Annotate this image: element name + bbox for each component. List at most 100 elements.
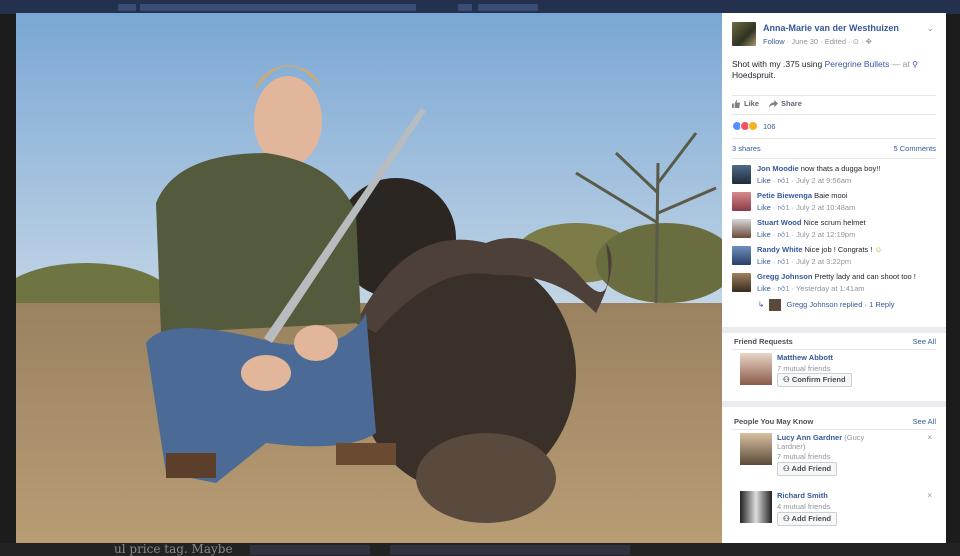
add-person-icon: ⚇ bbox=[783, 375, 792, 384]
commenter-name[interactable]: Gregg Johnson bbox=[757, 272, 812, 281]
background-topbar bbox=[0, 0, 960, 14]
commenter-name[interactable]: Stuart Wood bbox=[757, 218, 801, 227]
friend-name[interactable]: Matthew Abbott bbox=[777, 353, 833, 362]
add-person-icon: ⚇ bbox=[783, 514, 792, 523]
friend-request-item: Matthew Abbott 7 mutual friends ⚇ Confir… bbox=[740, 353, 938, 397]
mutual-friends[interactable]: 7 mutual friends bbox=[777, 364, 830, 373]
comment-like-count: 1 bbox=[785, 230, 790, 239]
person-name[interactable]: Richard Smith bbox=[777, 491, 828, 500]
post-date[interactable]: June 30 bbox=[791, 37, 818, 46]
at-text: — at bbox=[891, 59, 910, 69]
mutual-friends[interactable]: 7 mutual friends bbox=[777, 452, 830, 461]
comment-like-link[interactable]: Like bbox=[757, 230, 771, 239]
post-actions: Like Share bbox=[732, 99, 802, 108]
location-link[interactable]: Hoedspruit. bbox=[732, 70, 775, 80]
divider bbox=[732, 114, 936, 115]
post-photo[interactable] bbox=[16, 13, 722, 543]
reply-count[interactable]: 1 Reply bbox=[869, 300, 894, 309]
comment-time[interactable]: July 2 at 3:22pm bbox=[796, 257, 851, 266]
see-all-link[interactable]: See All bbox=[913, 337, 936, 346]
commenter-name[interactable]: Randy White bbox=[757, 245, 802, 254]
confirm-friend-button[interactable]: ⚇ Confirm Friend bbox=[777, 373, 852, 387]
commenter-name[interactable]: Petie Biewenga bbox=[757, 191, 812, 200]
reply-summary[interactable]: ↳ Gregg Johnson replied · 1 Reply bbox=[758, 299, 895, 311]
post-text: Shot with my .375 using Peregrine Bullet… bbox=[732, 59, 937, 81]
pymk-item: Lucy Ann Gardner (Gucy Lardner) 7 mutual… bbox=[740, 433, 938, 477]
comment-like-count: 1 bbox=[785, 203, 790, 212]
shares-link[interactable]: 3 shares bbox=[732, 144, 761, 153]
pymk-header: People You May Know See All bbox=[734, 417, 936, 426]
add-friend-button[interactable]: ⚇ Add Friend bbox=[777, 512, 838, 526]
page-link[interactable]: Peregrine Bullets bbox=[825, 59, 890, 69]
reply-avatar bbox=[769, 299, 782, 311]
person-name-text: Lucy Ann Gardner bbox=[777, 433, 843, 442]
person-alt-name-cont: Lardner) bbox=[777, 442, 806, 451]
edited-label[interactable]: Edited bbox=[825, 37, 846, 46]
divider bbox=[732, 95, 936, 96]
friend-requests-header: Friend Requests See All bbox=[734, 337, 936, 346]
see-all-link[interactable]: See All bbox=[913, 417, 936, 426]
commenter-avatar[interactable] bbox=[732, 246, 751, 265]
comment-time[interactable]: July 2 at 12:19pm bbox=[796, 230, 855, 239]
reaction-summary[interactable]: 106 bbox=[732, 121, 776, 131]
friend-requests-title: Friend Requests bbox=[734, 337, 793, 346]
add-friend-label: Add Friend bbox=[791, 514, 832, 523]
comment-time[interactable]: Yesterday at 1:41am bbox=[796, 284, 865, 293]
author-name[interactable]: Anna-Marie van der Westhuizen bbox=[763, 23, 899, 33]
author-avatar[interactable] bbox=[732, 22, 756, 46]
pymk-item: Richard Smith 4 mutual friends ⚇ Add Fri… bbox=[740, 491, 938, 535]
reply-author[interactable]: Gregg Johnson bbox=[786, 300, 837, 309]
share-label: Share bbox=[781, 99, 802, 108]
privacy-icon: ⊙ bbox=[852, 37, 859, 46]
divider bbox=[732, 158, 936, 159]
like-button[interactable]: Like bbox=[732, 99, 759, 108]
comment-item: Gregg Johnson Pretty lady and can shoot … bbox=[732, 272, 938, 298]
add-person-icon: ⚇ bbox=[783, 464, 792, 473]
comment-like-link[interactable]: Like bbox=[757, 257, 771, 266]
close-icon[interactable]: × bbox=[927, 491, 932, 500]
person-avatar[interactable] bbox=[740, 491, 772, 523]
comment-text: Pretty lady and can shoot too ! bbox=[814, 272, 916, 281]
commenter-avatar[interactable] bbox=[732, 273, 751, 292]
commenter-avatar[interactable] bbox=[732, 165, 751, 184]
thumbs-up-icon bbox=[732, 99, 741, 108]
comment-like-link[interactable]: Like bbox=[757, 203, 771, 212]
comment-time[interactable]: July 2 at 9:56am bbox=[796, 176, 851, 185]
person-avatar[interactable] bbox=[740, 433, 772, 465]
divider bbox=[732, 349, 936, 350]
person-alt-name: (Gucy bbox=[844, 433, 865, 442]
comment-text: Nice scrum helmet bbox=[803, 218, 866, 227]
comment-like-count: 1 bbox=[785, 257, 790, 266]
background-search-bar bbox=[140, 4, 416, 11]
comment-like-link[interactable]: Like bbox=[757, 176, 771, 185]
section-separator bbox=[722, 327, 946, 333]
mutual-friends[interactable]: 4 mutual friends bbox=[777, 502, 830, 511]
post-side-panel: Anna-Marie van der Westhuizen Follow · J… bbox=[722, 13, 946, 543]
follow-link[interactable]: Follow bbox=[763, 37, 785, 46]
post-text-part: Shot with my .375 using bbox=[732, 59, 823, 69]
commenter-name[interactable]: Jon Moodie bbox=[757, 164, 799, 173]
comment-text: now thats a dugga boy!! bbox=[800, 164, 881, 173]
background-text: ul price tag. Maybe bbox=[114, 542, 233, 556]
comment-like-link[interactable]: Like bbox=[757, 284, 771, 293]
person-name[interactable]: Lucy Ann Gardner (Gucy bbox=[777, 433, 864, 442]
background-page-bottom: ul price tag. Maybe bbox=[0, 543, 960, 556]
globe-icon: ✥ bbox=[865, 37, 872, 46]
confirm-friend-label: Confirm Friend bbox=[791, 375, 846, 384]
reaction-count: 106 bbox=[763, 121, 776, 131]
commenter-avatar[interactable] bbox=[732, 219, 751, 238]
comments-count-link[interactable]: 5 Comments bbox=[893, 144, 936, 153]
close-icon[interactable]: × bbox=[927, 433, 932, 442]
background-strip bbox=[390, 545, 630, 555]
smiley-icon: ☺ bbox=[874, 245, 883, 254]
comment-time[interactable]: July 2 at 10:48am bbox=[796, 203, 855, 212]
share-button[interactable]: Share bbox=[769, 99, 802, 108]
reply-arrow-icon: ↳ bbox=[758, 299, 765, 309]
share-icon bbox=[769, 99, 778, 108]
friend-avatar[interactable] bbox=[740, 353, 772, 385]
chevron-down-icon[interactable]: ⌄ bbox=[926, 23, 934, 34]
background-nav-item bbox=[458, 4, 472, 11]
comment-like-count: 1 bbox=[785, 176, 790, 185]
commenter-avatar[interactable] bbox=[732, 192, 751, 211]
add-friend-button[interactable]: ⚇ Add Friend bbox=[777, 462, 838, 476]
